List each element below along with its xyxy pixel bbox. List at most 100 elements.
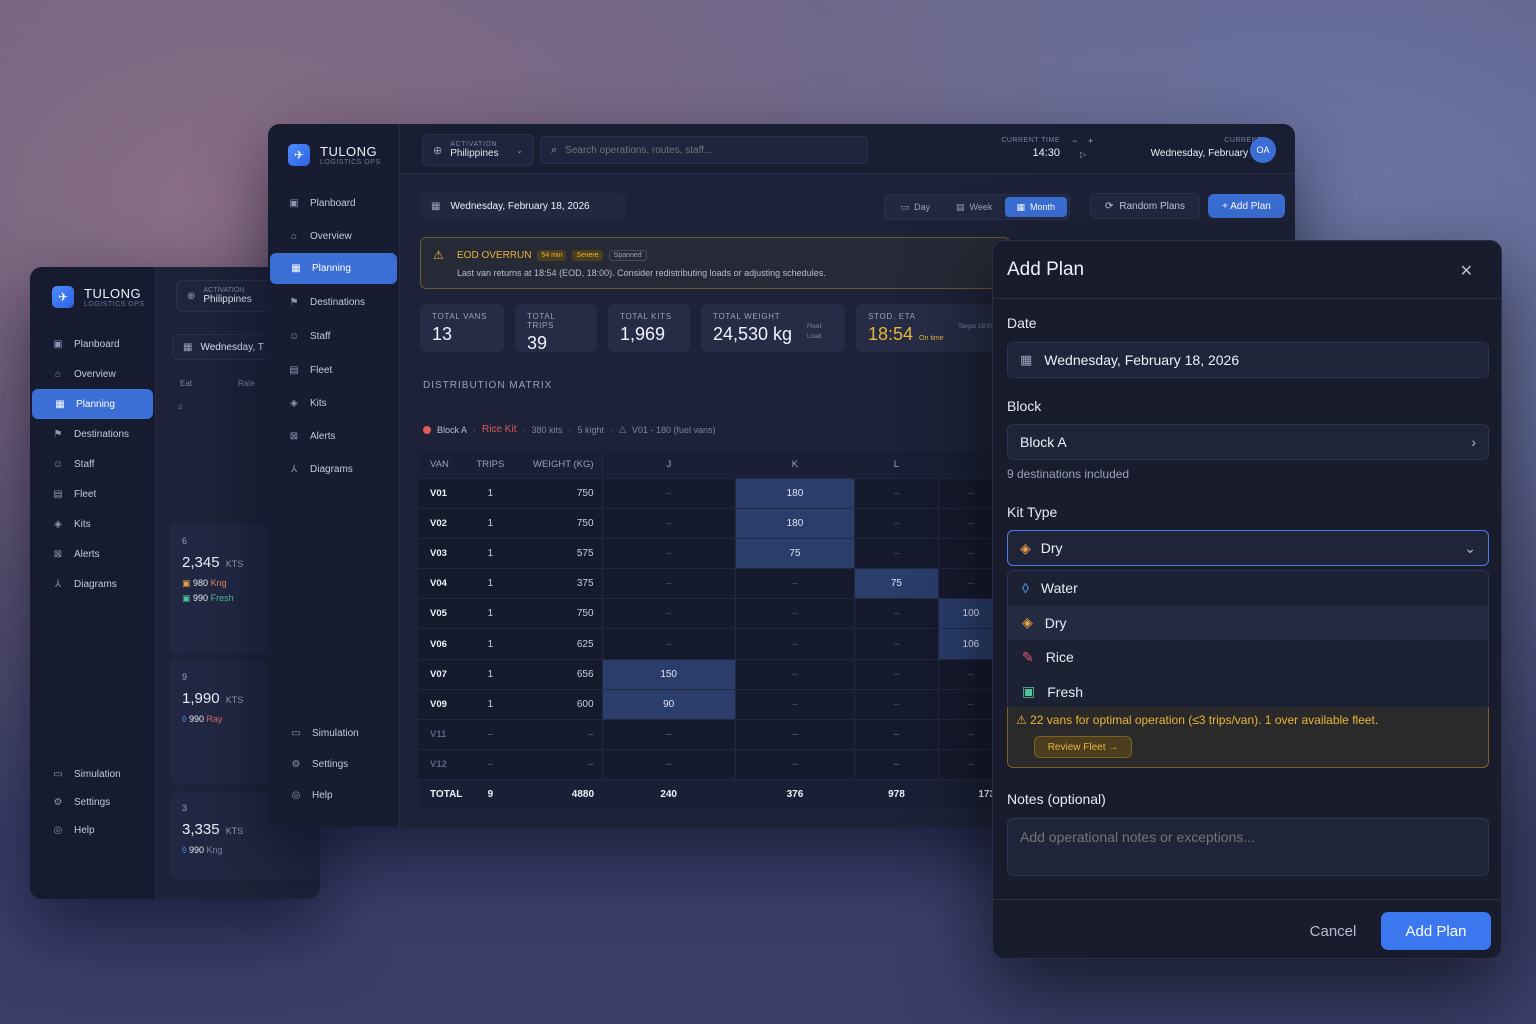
notes-textarea[interactable]	[1007, 818, 1489, 876]
table-cell: –	[510, 719, 603, 751]
table-cell: –	[854, 659, 939, 690]
avatar[interactable]: OA	[1250, 137, 1276, 163]
play-icon[interactable]: ▷	[1080, 150, 1086, 159]
back-nav-help[interactable]: ◎ Help	[30, 816, 155, 844]
box-icon: ◈	[290, 398, 298, 409]
table-row[interactable]: V01 1 750–180– –	[418, 478, 1003, 509]
back-nav-diagrams[interactable]: ⅄ Diagrams	[30, 569, 155, 599]
back-nav-planboard[interactable]: ▣ Planboard	[30, 329, 155, 359]
option-rice[interactable]: ✎ Rice	[1008, 640, 1488, 675]
option-water[interactable]: ◊ Water	[1008, 571, 1488, 606]
kit-type-label: Kit Type	[1007, 504, 1058, 520]
date-picker[interactable]: ▦ Wednesday, February 18, 2026	[420, 193, 626, 219]
time-plus-button[interactable]: +	[1088, 136, 1093, 146]
close-icon[interactable]: ✕	[1460, 261, 1473, 281]
box-icon: ◈	[1022, 614, 1033, 631]
cancel-button[interactable]: Cancel	[1293, 913, 1373, 949]
table-cell: –	[854, 478, 939, 509]
warning-row: ⚠ 22 vans for optimal operation (≤3 trip…	[1016, 713, 1379, 727]
diagram-icon: ⅄	[290, 464, 298, 475]
back-nav-alerts[interactable]: ⊠ Alerts	[30, 539, 155, 569]
block-select[interactable]: Block A ›	[1007, 424, 1489, 460]
calendar-icon: ▦	[1020, 352, 1033, 367]
search-input[interactable]	[565, 144, 856, 156]
add-plan-modal: Add Plan ✕ Date ▦ Wednesday, February 18,…	[992, 240, 1502, 959]
home-icon: ⌂	[54, 368, 62, 380]
rice-icon: ✎	[1022, 648, 1034, 665]
table-row[interactable]: V09 1 600 90– – –	[418, 689, 1003, 721]
table-cell: 1	[470, 568, 511, 600]
top-bar: ⊕ ACTIVATIONPhilippines ⌄ ⌕ CURRENT TIME…	[400, 124, 1295, 174]
table-cell: 150	[601, 659, 736, 690]
table-row[interactable]: V05 1 750– – –100	[418, 598, 1003, 630]
brand-tag: LOGISTICS OPS	[84, 301, 145, 308]
sidebar-item-kits[interactable]: ◈ Kits	[268, 387, 399, 420]
matrix-title: DISTRIBUTION MATRIX	[423, 380, 553, 391]
date-field[interactable]: ▦ Wednesday, February 18, 2026	[1007, 342, 1489, 378]
sidebar-item-simulation[interactable]: ▭ Simulation	[268, 718, 399, 749]
back-nav-settings[interactable]: ⚙ Settings	[30, 788, 155, 816]
total-cell: 240	[602, 779, 736, 811]
sidebar-item-settings[interactable]: ⚙ Settings	[268, 749, 399, 780]
table-row[interactable]: V04 1 375– –75–	[418, 568, 1003, 600]
current-date: CURRENT Wednesday, February 18	[1150, 137, 1262, 159]
back-nav-simulation[interactable]: ▭ Simulation	[30, 760, 155, 788]
sidebar-item-overview[interactable]: ⌂ Overview	[268, 220, 399, 253]
board-icon: ▣	[289, 198, 299, 209]
back-nav: ▣ Planboard ⌂ Overview ▦ Planning ⚑ Destinat…	[30, 329, 155, 599]
back-sidebar: ✈ TULONG LOGISTICS OPS ▣ Planboard ⌂ Overvi…	[30, 267, 156, 899]
add-plan-button[interactable]: + Add Plan	[1208, 194, 1285, 218]
sidebar-item-planning[interactable]: ▦ Planning	[270, 253, 397, 284]
table-row[interactable]: V11– – – – – –	[418, 719, 1003, 751]
table-row[interactable]: V02 1 750–180– –	[418, 508, 1003, 539]
col-weight: WEIGHT (KG)	[510, 452, 603, 479]
gear-icon: ⚙	[53, 796, 63, 808]
table-row[interactable]: V06 1 625– – –106	[418, 628, 1003, 660]
table-row[interactable]: V03 1 575–75– –	[418, 538, 1003, 570]
sidebar: ✈ TULONG LOGISTICS OPS ▣ Planboard ⌂ Overvi…	[268, 124, 400, 827]
sidebar-item-fleet[interactable]: ▤ Fleet	[268, 353, 399, 387]
truck-icon: ▤	[289, 364, 299, 376]
table-row[interactable]: V07 1 656 150– – –	[418, 659, 1003, 690]
col-trips: TRIPS	[470, 452, 511, 479]
divider	[993, 899, 1501, 900]
sidebar-item-planboard[interactable]: ▣ Planboard	[268, 187, 399, 220]
back-nav-fleet[interactable]: ▤ Fleet	[30, 479, 155, 509]
tab-day[interactable]: ▭ Day	[887, 197, 944, 217]
col-van: VAN	[418, 452, 471, 479]
back-nav-destinations[interactable]: ⚑ Destinations	[30, 419, 155, 449]
van-cell: V06	[418, 628, 471, 660]
sidebar-item-alerts[interactable]: ⊠ Alerts	[268, 420, 399, 453]
workspace-select[interactable]: ⊕ ACTIVATION Philippines ⌄	[422, 134, 534, 166]
random-plans-button[interactable]: ⟳ Random Plans	[1090, 193, 1200, 219]
back-nav-overview[interactable]: ⌂ Overview	[30, 359, 155, 389]
table-cell: –	[601, 568, 736, 600]
back-nav-planning[interactable]: ▦ Planning	[32, 389, 153, 419]
back-row-number: 4	[178, 403, 183, 412]
add-plan-submit-button[interactable]: Add Plan	[1381, 912, 1491, 950]
review-fleet-button[interactable]: Review Fleet →	[1034, 736, 1132, 758]
van-cell: V01	[418, 478, 471, 509]
table-cell: –	[734, 659, 855, 690]
back-nav-kits[interactable]: ◈ Kits	[30, 509, 155, 539]
view-switcher: ▭ Day ▤ Week ▦ Month	[884, 194, 1070, 220]
time-minus-button[interactable]: −	[1072, 136, 1077, 146]
back-nav-staff[interactable]: ☺ Staff	[30, 449, 155, 479]
matrix-filter[interactable]: Block A · Rice Kit · 380 kits · 5 kight · △ V…	[423, 424, 716, 435]
tab-month[interactable]: ▦ Month	[1004, 197, 1068, 217]
sidebar-item-diagrams[interactable]: ⅄ Diagrams	[268, 453, 399, 486]
option-fresh[interactable]: ▣ Fresh	[1008, 675, 1488, 709]
table-cell: –	[601, 478, 736, 509]
tab-week[interactable]: ▤ Week	[946, 197, 1003, 217]
table-cell: –	[470, 719, 511, 751]
table-cell: 1	[470, 598, 511, 630]
option-dry[interactable]: ◈ Dry	[1008, 605, 1488, 640]
search-box[interactable]: ⌕	[540, 136, 868, 164]
table-cell: –	[734, 628, 855, 660]
sidebar-item-destinations[interactable]: ⚑ Destinations	[268, 284, 399, 320]
chevron-down-icon: ⌄	[1464, 539, 1476, 556]
table-row[interactable]: V12– – – – – –	[418, 749, 1003, 781]
sidebar-item-staff[interactable]: ☺ Staff	[268, 320, 399, 353]
sidebar-item-help[interactable]: ◎ Help	[268, 780, 399, 811]
kit-type-select[interactable]: ◈ Dry ⌄	[1007, 530, 1489, 566]
